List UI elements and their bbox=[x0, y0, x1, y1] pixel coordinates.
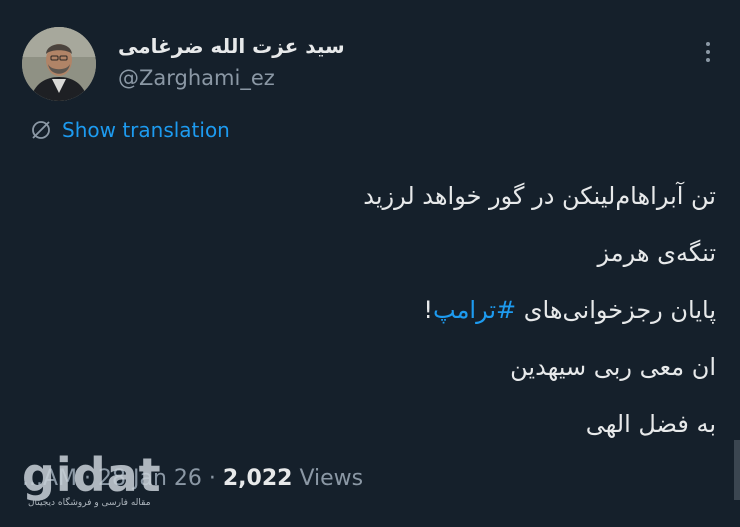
tweet-line: ان معی ربی سیهدین bbox=[510, 353, 716, 381]
author-display-name[interactable]: سید عزت الله ضرغامی bbox=[118, 34, 345, 58]
dot bbox=[706, 42, 710, 46]
watermark-brand: gidat bbox=[22, 448, 162, 502]
dot bbox=[706, 50, 710, 54]
views-label: Views bbox=[292, 466, 364, 491]
tweet-line: تن آبراهام‌لینکن در گور خواهد لرزید bbox=[363, 182, 716, 210]
globe-icon bbox=[32, 121, 50, 139]
author-handle[interactable]: @Zarghami_ez bbox=[118, 66, 275, 90]
tweet-text: تن آبراهام‌لینکن در گور خواهد لرزید تنگه… bbox=[40, 168, 716, 453]
avatar-image bbox=[22, 27, 96, 101]
dot bbox=[706, 58, 710, 62]
tweet-card: سید عزت الله ضرغامی @Zarghami_ez Show tr… bbox=[0, 0, 740, 527]
watermark-logo: gidat مقاله فارسی و فروشگاه دیجیتال bbox=[8, 448, 168, 518]
watermark-tagline: مقاله فارسی و فروشگاه دیجیتال bbox=[28, 498, 151, 508]
avatar[interactable] bbox=[22, 27, 96, 101]
views-count: 2,022 bbox=[222, 466, 293, 491]
scrollbar[interactable] bbox=[734, 440, 740, 500]
tweet-line: تنگه‌ی هرمز bbox=[597, 239, 716, 267]
tweet-line: پایان رجزخوانی‌های #ترامپ! bbox=[40, 282, 716, 339]
hashtag-link[interactable]: #ترامپ bbox=[433, 296, 516, 324]
tweet-line-text: پایان رجزخوانی‌های bbox=[516, 296, 716, 324]
show-translation-label: Show translation bbox=[62, 118, 230, 142]
show-translation-link[interactable]: Show translation bbox=[30, 118, 230, 142]
tweet-line-end: ! bbox=[423, 296, 433, 324]
tweet-line: به فضل الهی bbox=[585, 410, 716, 438]
meta-separator: · bbox=[201, 466, 223, 491]
more-options-icon[interactable] bbox=[704, 42, 712, 62]
